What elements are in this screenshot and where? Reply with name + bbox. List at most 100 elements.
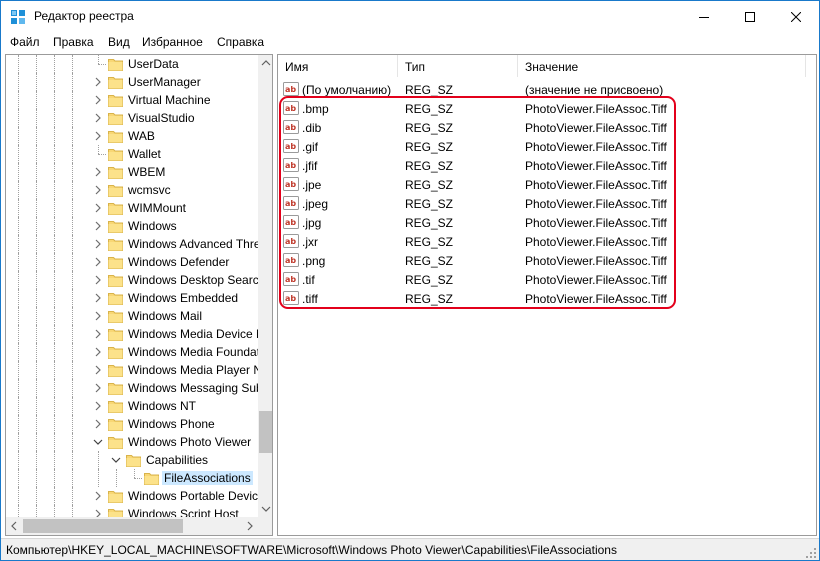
values-list-pane[interactable]: Имя Тип Значение ab (По умолчанию) REG_SZ (… <box>277 54 817 536</box>
scroll-up-icon[interactable] <box>261 59 271 67</box>
table-row[interactable]: ab .png REG_SZ PhotoViewer.FileAssoc.Tiff <box>278 251 806 270</box>
table-row[interactable]: ab .tif REG_SZ PhotoViewer.FileAssoc.Tiff <box>278 270 806 289</box>
chevron-right-icon[interactable] <box>92 508 104 517</box>
folder-icon <box>108 507 123 517</box>
title-bar[interactable]: Редактор реестра <box>1 1 819 32</box>
chevron-right-icon[interactable] <box>92 256 104 268</box>
value-data: PhotoViewer.FileAssoc.Tiff <box>525 254 667 268</box>
chevron-right-icon[interactable] <box>92 328 104 340</box>
tree-item[interactable]: wcmsvc <box>6 181 258 199</box>
table-row[interactable]: ab .jpg REG_SZ PhotoViewer.FileAssoc.Tiff <box>278 213 806 232</box>
tree-item[interactable]: Windows Advanced Threat Protection <box>6 235 258 253</box>
folder-icon <box>108 327 123 341</box>
tree-item[interactable]: Capabilities <box>6 451 258 469</box>
tree-item[interactable]: Windows Portable Devices <box>6 487 258 505</box>
tree-item[interactable]: Windows Media Device Manager <box>6 325 258 343</box>
tree-horizontal-scroll-thumb[interactable] <box>23 519 183 533</box>
tree-item[interactable]: WAB <box>6 127 258 145</box>
maximize-button[interactable] <box>727 1 773 32</box>
chevron-right-icon[interactable] <box>92 76 104 88</box>
value-name: .jxr <box>302 235 318 249</box>
scroll-down-icon[interactable] <box>261 505 271 513</box>
tree-guide-line <box>54 325 55 343</box>
tree-item[interactable]: WBEM <box>6 163 258 181</box>
tree-guide-line <box>18 199 19 217</box>
tree-item[interactable]: Windows Script Host <box>6 505 258 517</box>
chevron-right-icon[interactable] <box>92 112 104 124</box>
column-header-data[interactable]: Значение <box>518 55 806 77</box>
chevron-right-icon[interactable] <box>92 418 104 430</box>
key-tree[interactable]: UserData UserManager Virtual Machine Visual… <box>6 55 258 517</box>
tree-item[interactable]: Windows Photo Viewer <box>6 433 258 451</box>
string-value-icon: ab <box>283 291 299 305</box>
scrollbar-corner <box>258 517 272 535</box>
chevron-right-icon[interactable] <box>92 274 104 286</box>
chevron-right-icon[interactable] <box>92 310 104 322</box>
tree-horizontal-scrollbar[interactable] <box>6 517 258 535</box>
tree-item[interactable]: Windows Defender <box>6 253 258 271</box>
chevron-right-icon[interactable] <box>92 490 104 502</box>
tree-item[interactable]: Windows Media Player NSS <box>6 361 258 379</box>
tree-item[interactable]: Windows <box>6 217 258 235</box>
menu-item-2[interactable]: Вид <box>108 35 130 49</box>
chevron-right-icon[interactable] <box>92 184 104 196</box>
minimize-button[interactable] <box>681 1 727 32</box>
chevron-right-icon[interactable] <box>92 292 104 304</box>
chevron-down-icon[interactable] <box>110 454 122 466</box>
tree-item[interactable]: Windows Media Foundation <box>6 343 258 361</box>
table-row[interactable]: ab .tiff REG_SZ PhotoViewer.FileAssoc.Tiff <box>278 289 806 308</box>
chevron-right-icon[interactable] <box>92 382 104 394</box>
table-row[interactable]: ab (По умолчанию) REG_SZ (значение не присв… <box>278 80 806 99</box>
tree-vertical-scroll-thumb[interactable] <box>259 411 272 453</box>
tree-item[interactable]: Windows Phone <box>6 415 258 433</box>
chevron-right-icon[interactable] <box>92 364 104 376</box>
column-header-name[interactable]: Имя <box>278 55 398 77</box>
table-row[interactable]: ab .dib REG_SZ PhotoViewer.FileAssoc.Tiff <box>278 118 806 137</box>
column-header-type[interactable]: Тип <box>398 55 518 77</box>
chevron-right-icon[interactable] <box>92 130 104 142</box>
table-row[interactable]: ab .gif REG_SZ PhotoViewer.FileAssoc.Tiff <box>278 137 806 156</box>
tree-vertical-scrollbar[interactable] <box>258 55 272 517</box>
table-row[interactable]: ab .jxr REG_SZ PhotoViewer.FileAssoc.Tiff <box>278 232 806 251</box>
tree-item[interactable]: Wallet <box>6 145 258 163</box>
tree-guide-line <box>72 307 73 325</box>
key-tree-pane[interactable]: UserData UserManager Virtual Machine Visual… <box>5 54 273 536</box>
tree-item[interactable]: UserManager <box>6 73 258 91</box>
tree-item[interactable]: UserData <box>6 55 258 73</box>
tree-item[interactable]: VisualStudio <box>6 109 258 127</box>
tree-item[interactable]: Windows Messaging Subsystem <box>6 379 258 397</box>
tree-item[interactable]: Windows Mail <box>6 307 258 325</box>
tree-item[interactable]: Virtual Machine <box>6 91 258 109</box>
chevron-right-icon[interactable] <box>92 166 104 178</box>
table-row[interactable]: ab .jpe REG_SZ PhotoViewer.FileAssoc.Tiff <box>278 175 806 194</box>
tree-item[interactable]: Windows NT <box>6 397 258 415</box>
menu-item-3[interactable]: Избранное <box>142 35 203 49</box>
tree-item[interactable]: Windows Desktop Search <box>6 271 258 289</box>
chevron-right-icon[interactable] <box>92 238 104 250</box>
chevron-right-icon[interactable] <box>92 202 104 214</box>
tree-item-label: VisualStudio <box>128 111 195 125</box>
resize-grip-icon[interactable] <box>805 547 817 559</box>
close-button[interactable] <box>773 1 819 32</box>
tree-guide-line <box>72 91 73 109</box>
tree-guide-line <box>54 253 55 271</box>
tree-item[interactable]: FileAssociations <box>6 469 258 487</box>
menu-item-1[interactable]: Правка <box>53 35 94 49</box>
tree-item[interactable]: WIMMount <box>6 199 258 217</box>
menu-item-0[interactable]: Файл <box>10 35 40 49</box>
scroll-left-icon[interactable] <box>10 521 18 531</box>
chevron-down-icon[interactable] <box>92 436 104 448</box>
table-row[interactable]: ab .jfif REG_SZ PhotoViewer.FileAssoc.Tiff <box>278 156 806 175</box>
chevron-right-icon[interactable] <box>92 94 104 106</box>
chevron-right-icon[interactable] <box>92 220 104 232</box>
menu-item-4[interactable]: Справка <box>217 35 264 49</box>
chevron-right-icon[interactable] <box>92 346 104 358</box>
tree-item[interactable]: Windows Embedded <box>6 289 258 307</box>
tree-guide-line <box>18 343 19 361</box>
chevron-right-icon[interactable] <box>92 400 104 412</box>
tree-item-label: Wallet <box>128 147 161 161</box>
table-row[interactable]: ab .bmp REG_SZ PhotoViewer.FileAssoc.Tiff <box>278 99 806 118</box>
scroll-right-icon[interactable] <box>246 521 254 531</box>
table-row[interactable]: ab .jpeg REG_SZ PhotoViewer.FileAssoc.Tiff <box>278 194 806 213</box>
tree-guide-line <box>18 217 19 235</box>
